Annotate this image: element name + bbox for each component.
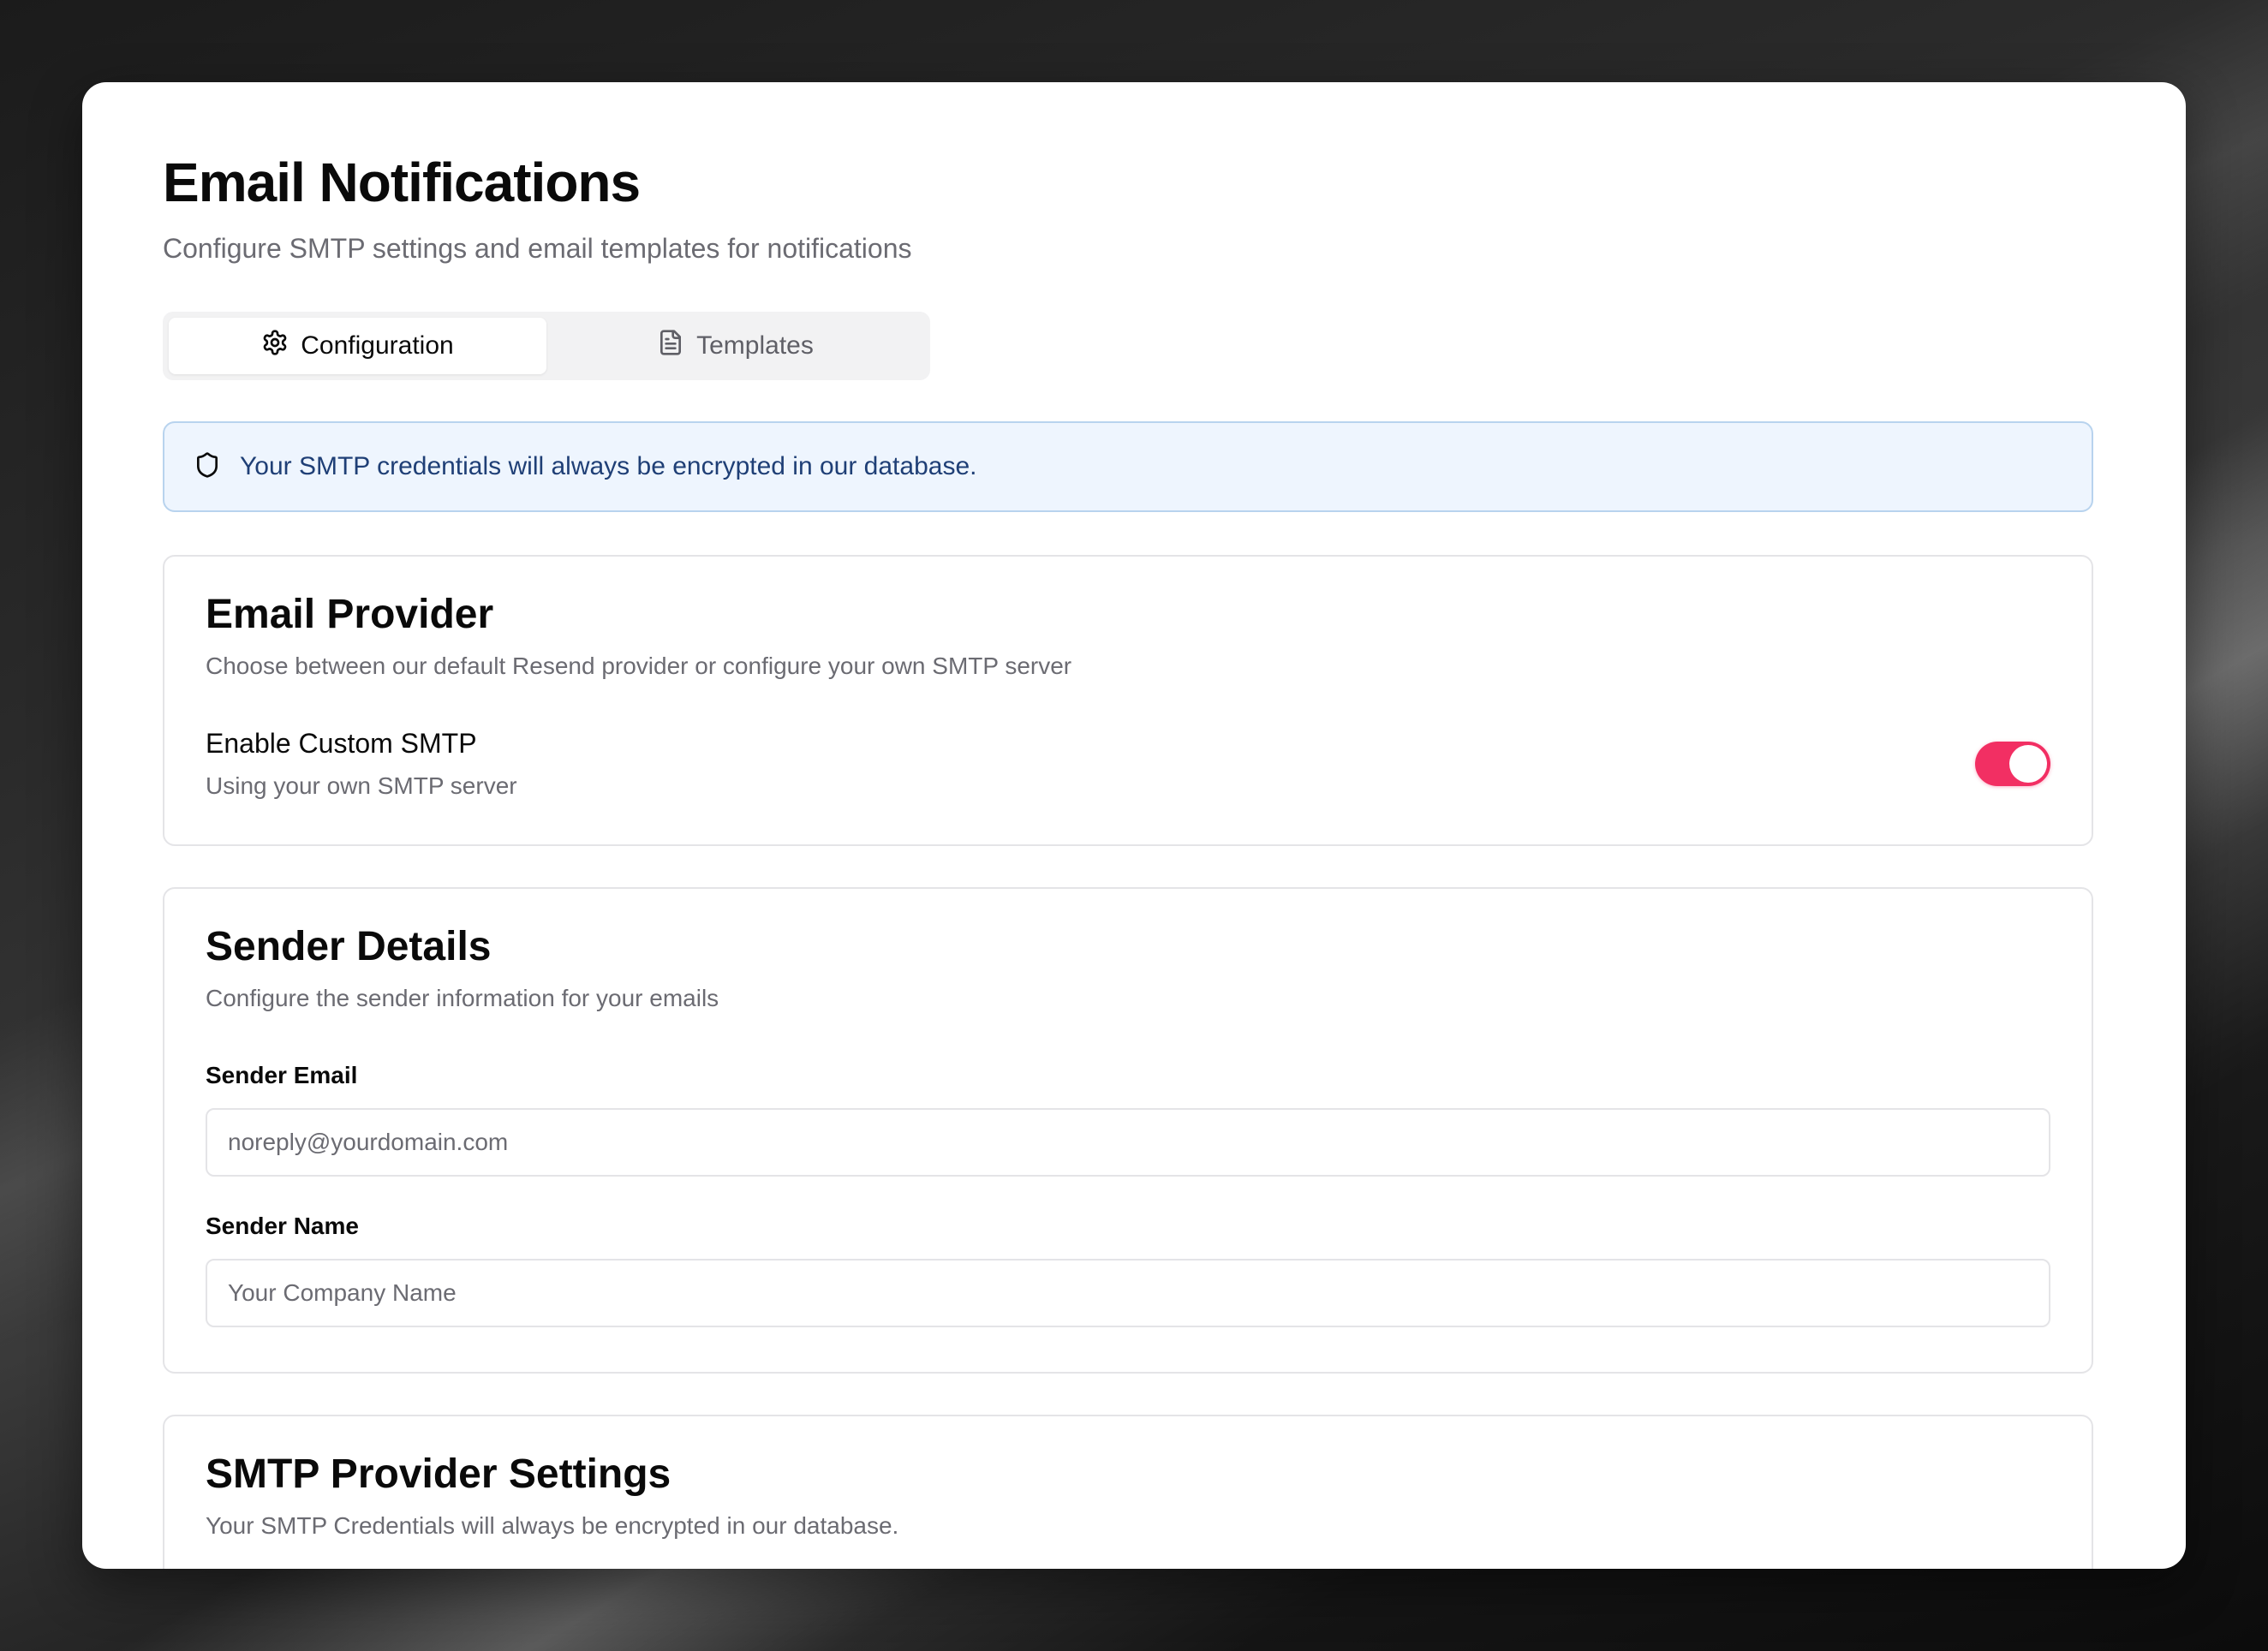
gear-icon	[261, 329, 289, 363]
smtp-settings-title: SMTP Provider Settings	[206, 1451, 671, 1497]
custom-smtp-label: Enable Custom SMTP	[206, 728, 477, 759]
tab-configuration[interactable]: Configuration	[169, 318, 546, 374]
custom-smtp-toggle[interactable]	[1975, 742, 2050, 786]
tab-list: Configuration Templates	[163, 312, 930, 380]
tab-templates-label: Templates	[696, 331, 814, 360]
toggle-knob	[2009, 745, 2047, 783]
encryption-alert: Your SMTP credentials will always be enc…	[163, 421, 2093, 512]
sender-name-label: Sender Name	[206, 1213, 359, 1239]
email-provider-section: Email Provider Choose between our defaul…	[163, 555, 2093, 846]
email-provider-description: Choose between our default Resend provid…	[206, 653, 1072, 679]
sender-details-title: Sender Details	[206, 924, 492, 969]
smtp-settings-description: Your SMTP Credentials will always be enc…	[206, 1512, 899, 1539]
page-subtitle: Configure SMTP settings and email templa…	[163, 233, 912, 264]
email-provider-title: Email Provider	[206, 592, 494, 637]
tab-templates[interactable]: Templates	[546, 318, 924, 374]
tab-configuration-label: Configuration	[301, 331, 454, 360]
custom-smtp-status: Using your own SMTP server	[206, 772, 517, 799]
shield-icon	[194, 451, 221, 483]
sender-details-description: Configure the sender information for you…	[206, 985, 719, 1011]
settings-panel: Email Notifications Configure SMTP setti…	[82, 82, 2186, 1569]
smtp-settings-section: SMTP Provider Settings Your SMTP Credent…	[163, 1415, 2093, 1569]
sender-email-label: Sender Email	[206, 1062, 358, 1088]
sender-details-section: Sender Details Configure the sender info…	[163, 887, 2093, 1374]
page-title: Email Notifications	[163, 152, 641, 213]
file-text-icon	[657, 329, 684, 363]
alert-text: Your SMTP credentials will always be enc…	[240, 452, 977, 480]
sender-name-input[interactable]	[206, 1259, 2050, 1327]
sender-email-input[interactable]	[206, 1108, 2050, 1177]
